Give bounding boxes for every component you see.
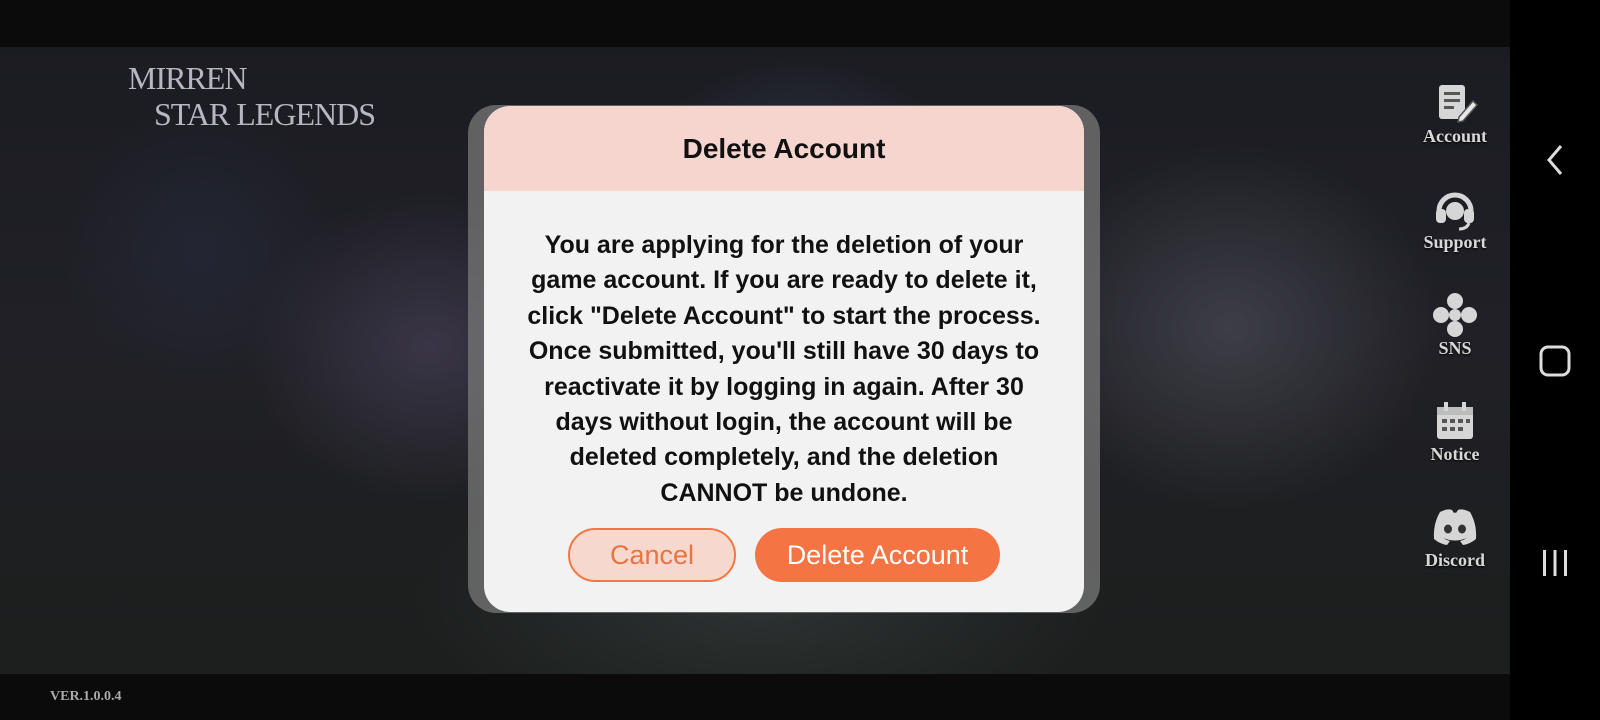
version-label: VER.1.0.0.4 bbox=[50, 689, 122, 704]
dialog-message: You are applying for the deletion of you… bbox=[527, 231, 1041, 507]
sns-label: SNS bbox=[1438, 338, 1472, 358]
discord-label: Discord bbox=[1425, 550, 1485, 570]
dialog-header: Delete Account bbox=[484, 106, 1084, 191]
calendar-icon bbox=[1430, 396, 1480, 446]
game-logo: MIRREN STAR LEGENDS bbox=[128, 60, 398, 140]
logo-line-1: MIRREN bbox=[128, 60, 247, 96]
headset-icon bbox=[1430, 184, 1480, 234]
support-button[interactable]: Support bbox=[1400, 176, 1510, 276]
recents-icon bbox=[1538, 546, 1572, 585]
notice-label: Notice bbox=[1430, 444, 1480, 464]
logo-line-2: STAR LEGENDS bbox=[154, 96, 376, 132]
notice-button[interactable]: Notice bbox=[1400, 388, 1510, 488]
system-nav-bar bbox=[1510, 0, 1600, 720]
recents-button[interactable] bbox=[1510, 535, 1600, 595]
account-label: Account bbox=[1423, 126, 1487, 146]
home-button[interactable] bbox=[1510, 333, 1600, 393]
delete-account-button[interactable]: Delete Account bbox=[755, 528, 1000, 582]
account-edit-icon bbox=[1430, 78, 1480, 128]
dialog-title: Delete Account bbox=[682, 132, 886, 164]
discord-button[interactable]: Discord bbox=[1400, 494, 1510, 594]
support-label: Support bbox=[1423, 232, 1487, 252]
sns-button[interactable]: SNS bbox=[1400, 282, 1510, 382]
discord-icon bbox=[1430, 502, 1480, 552]
back-button[interactable] bbox=[1510, 132, 1600, 192]
cancel-button[interactable]: Cancel bbox=[568, 528, 736, 582]
back-icon bbox=[1543, 142, 1567, 183]
home-icon bbox=[1538, 344, 1572, 383]
sns-icon bbox=[1430, 290, 1480, 340]
account-button[interactable]: Account bbox=[1400, 70, 1510, 170]
delete-account-dialog: Delete Account You are applying for the … bbox=[484, 106, 1084, 612]
